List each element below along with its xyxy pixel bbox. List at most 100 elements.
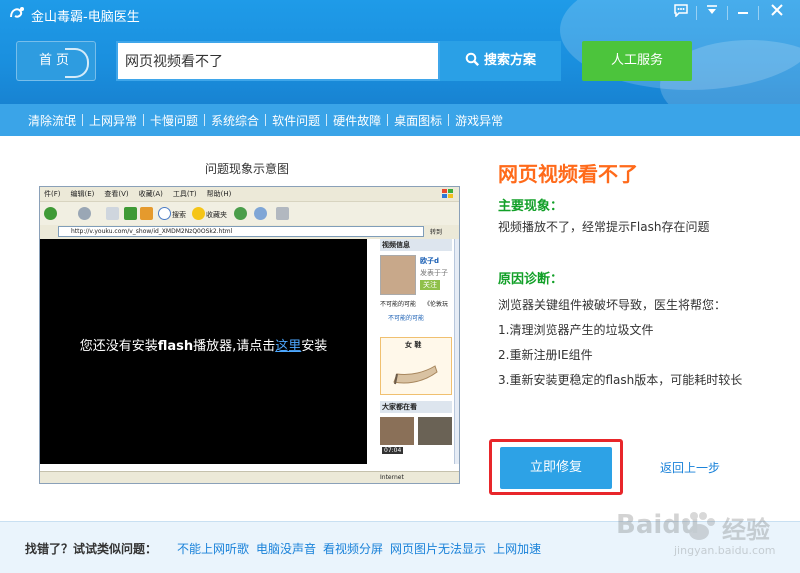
ie-menu-item: 编辑(E) <box>70 190 95 198</box>
diagnosis-step: 1.清理浏览器产生的垃圾文件 <box>498 323 654 337</box>
ie-menu-item: 帮助(H) <box>206 190 232 198</box>
side-heading: 大家都在看 <box>380 401 452 413</box>
search-button[interactable]: 搜索方案 <box>440 41 561 81</box>
video-player: 您还没有安装flash播放器,请点击这里安装 <box>40 239 367 464</box>
category-item[interactable]: 卡慢问题 <box>144 112 204 129</box>
titlebar-divider <box>727 6 728 20</box>
side-follow-badge: 关注 <box>420 280 440 290</box>
print-icon <box>276 207 289 220</box>
ie-menu-item: 查看(V) <box>104 190 129 198</box>
windows-flag-icon <box>442 189 453 198</box>
ie-favorites-label: 收藏夹 <box>206 211 227 219</box>
history-icon <box>234 207 247 220</box>
category-list: 清除流氓 上网异常 卡慢问题 系统综合 软件问题 硬件故障 桌面图标 游戏异常 <box>22 104 509 136</box>
category-item[interactable]: 上网异常 <box>83 112 143 129</box>
category-bar: 清除流氓 上网异常 卡慢问题 系统综合 软件问题 硬件故障 桌面图标 游戏异常 <box>0 104 800 136</box>
menu-dropdown-icon[interactable] <box>701 3 723 23</box>
side-user-name: 欧子d <box>420 257 440 265</box>
side-share: 不可能的可能 <box>388 315 425 322</box>
shoe-image-icon <box>393 365 438 385</box>
category-item[interactable]: 软件问题 <box>266 112 326 129</box>
mail-icon <box>254 207 267 220</box>
diagnosis-step: 2.重新注册IE组件 <box>498 348 593 362</box>
side-note: 不可能的可能 <box>380 301 417 308</box>
refresh-icon <box>124 207 137 220</box>
footer-label: 找错了？试试类似问题： <box>25 542 158 556</box>
title-bar: 金山毒霸-电脑医生 <box>0 0 800 28</box>
titlebar-divider <box>758 6 759 20</box>
search-input[interactable] <box>118 43 438 79</box>
search-box <box>116 41 440 81</box>
related-link[interactable]: 网页图片无法显示 <box>390 540 486 557</box>
ie-scrollbar <box>454 239 459 464</box>
ie-toolbar: 搜索 收藏夹 <box>40 201 459 225</box>
home-button[interactable]: 首页 <box>16 41 96 81</box>
shoe-ad-label: 女 鞋 <box>405 341 422 349</box>
titlebar-divider <box>696 6 697 20</box>
category-item[interactable]: 桌面图标 <box>388 112 448 129</box>
ie-page-content: 您还没有安装flash播放器,请点击这里安装 视频信息 欧子d 发表于子 关注 … <box>40 239 459 471</box>
baidu-watermark: Baidu 经验 jingyan.baidu.com <box>614 500 794 560</box>
human-service-button[interactable]: 人工服务 <box>582 41 692 81</box>
category-item[interactable]: 游戏异常 <box>449 112 509 129</box>
category-item[interactable]: 系统综合 <box>205 112 265 129</box>
diagnosis-heading: 原因诊断： <box>498 272 564 287</box>
search-button-label: 搜索方案 <box>483 53 536 68</box>
ie-go-label: 转到 <box>430 229 443 236</box>
video-message-text: 播放器,请点击 <box>193 339 276 354</box>
side-heading: 视频信息 <box>380 239 452 251</box>
ie-menu-item: 收藏(A) <box>138 190 163 198</box>
video-message-flash: flash <box>157 339 194 354</box>
install-link: 这里 <box>275 339 302 354</box>
thumbnail <box>380 417 414 445</box>
video-sidebar: 视频信息 欧子d 发表于子 关注 不可能的可能 《伦敦玩 不可能的可能 女 鞋 … <box>378 239 454 471</box>
ie-address-field: http://v.youku.com/v_show/id_XMDM2NzQ0OS… <box>58 226 424 237</box>
header-bar: 金山毒霸-电脑医生 首页 搜索方案 人工服务 <box>0 0 800 104</box>
video-message-text: 安装 <box>301 339 328 354</box>
watermark-url: jingyan.baidu.com <box>674 544 776 557</box>
category-item[interactable]: 硬件故障 <box>327 112 387 129</box>
fix-now-button[interactable]: 立即修复 <box>500 447 612 489</box>
ie-menu-item: 工具(T) <box>172 190 197 198</box>
search-icon <box>158 207 171 220</box>
close-icon[interactable] <box>766 3 788 23</box>
feedback-icon[interactable] <box>670 3 692 23</box>
ie-status-bar: Internet <box>40 471 459 483</box>
search-icon <box>465 52 480 66</box>
shoe-ad: 女 鞋 <box>380 337 452 395</box>
related-link[interactable]: 不能上网听歌 <box>177 540 249 557</box>
diagnosis-step: 3.重新安装更稳定的flash版本，可能耗时较长 <box>498 373 743 387</box>
side-user-sub: 发表于子 <box>420 269 448 277</box>
ie-menu-item: 件(F) <box>44 190 61 198</box>
watermark-brand: Baidu <box>616 510 700 540</box>
app-logo-icon <box>10 7 24 18</box>
symptom-heading: 主要现象： <box>498 199 564 214</box>
related-link[interactable]: 上网加速 <box>493 540 541 557</box>
back-icon <box>44 207 57 220</box>
ie-status-text: Internet <box>380 474 404 481</box>
symptom-text: 视频播放不了，经常提示Flash存在问题 <box>498 220 710 234</box>
side-note: 《伦敦玩 <box>424 301 449 308</box>
category-item[interactable]: 清除流氓 <box>22 112 82 129</box>
home-icon <box>140 207 153 220</box>
minimize-icon[interactable] <box>732 3 754 23</box>
thumbnail <box>418 417 452 445</box>
stop-icon <box>106 207 119 220</box>
demo-screenshot: 件(F) 编辑(E) 查看(V) 收藏(A) 工具(T) 帮助(H) 搜索 收藏夹 htt… <box>39 186 460 484</box>
ie-menu-bar: 件(F) 编辑(E) 查看(V) 收藏(A) 工具(T) 帮助(H) <box>40 187 459 201</box>
forward-icon <box>78 207 91 220</box>
related-link[interactable]: 电脑没声音 <box>256 540 316 557</box>
user-avatar <box>380 255 416 295</box>
video-message: 您还没有安装flash播放器,请点击这里安装 <box>40 335 367 354</box>
demo-caption: 问题现象示意图 <box>205 162 290 176</box>
back-link[interactable]: 返回上一步 <box>660 459 720 476</box>
footer-links: 不能上网听歌 电脑没声音 看视频分屏 网页图片无法显示 上网加速 <box>177 540 548 557</box>
watermark-brand-cn: 经验 <box>722 516 770 544</box>
related-link[interactable]: 看视频分屏 <box>323 540 383 557</box>
issue-title: 网页视频看不了 <box>498 162 638 186</box>
ie-address-bar: http://v.youku.com/v_show/id_XMDM2NzQ0OS… <box>40 225 459 239</box>
diagnosis-intro: 浏览器关键组件被破坏导致，医生将帮您： <box>498 298 727 312</box>
favorites-icon <box>192 207 205 220</box>
window-title: 金山毒霸-电脑医生 <box>31 10 140 25</box>
video-duration: 07:04 <box>382 447 404 454</box>
